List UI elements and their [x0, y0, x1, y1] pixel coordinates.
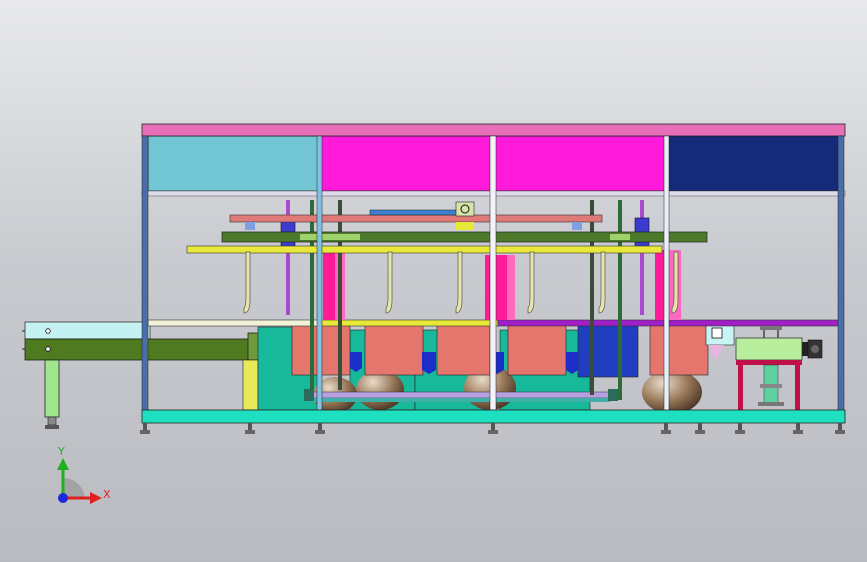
- leveling-foot-pad: [45, 425, 59, 429]
- coordinate-triad: Y X: [57, 445, 111, 504]
- blue-gripper: [422, 352, 436, 374]
- y-arrow-head-icon: [57, 458, 69, 470]
- hanger-bar: [186, 245, 663, 254]
- process-zone: [242, 324, 735, 414]
- salmon-block: [364, 324, 424, 376]
- motor-bracket: [456, 222, 474, 230]
- right-station: [735, 326, 823, 410]
- blue-block: [577, 324, 639, 378]
- shelf-beam-left: [147, 319, 319, 327]
- station-top-plate: [760, 326, 782, 330]
- lead-screw: [640, 200, 644, 315]
- conveyor-leg: [44, 359, 60, 418]
- olive-beam-highlight: [610, 234, 630, 240]
- salmon-block: [507, 324, 567, 376]
- stand-base-plate: [758, 402, 784, 406]
- leveling-foot: [245, 423, 255, 434]
- leveling-foot: [735, 423, 745, 434]
- machine-assembly-drawing: Y X: [22, 123, 846, 504]
- gripper-hook: [385, 251, 393, 314]
- top-rail: [229, 214, 603, 223]
- frame-post: [837, 135, 845, 414]
- leveling-foot: [47, 416, 57, 426]
- bronze-sphere: [642, 370, 702, 414]
- bolt-icon: [45, 346, 51, 352]
- leveling-foot: [835, 423, 845, 434]
- lower-guide-base: [310, 398, 610, 402]
- pink-cylinder: [507, 255, 515, 320]
- x-axis-label: X: [103, 488, 111, 501]
- lead-screw: [618, 200, 622, 400]
- salmon-block: [649, 324, 709, 376]
- rail-motor: [369, 209, 461, 216]
- blue-gripper: [566, 352, 578, 374]
- base-rail: [141, 409, 846, 424]
- gripper-hook: [243, 251, 251, 314]
- lead-screw: [590, 200, 594, 395]
- panel-navy: [664, 135, 841, 192]
- z-axis-dot-icon: [58, 493, 68, 503]
- gripper-hook: [527, 251, 535, 314]
- olive-beam-highlight: [300, 234, 360, 240]
- leveling-feet: [140, 423, 845, 434]
- frame-post: [489, 135, 497, 414]
- gripper-hook: [455, 251, 463, 314]
- sensor-window-icon: [711, 327, 723, 339]
- rail-slider: [245, 222, 255, 230]
- rod-clamp: [304, 389, 314, 401]
- x-arrow-head-icon: [90, 492, 102, 504]
- conveyor-belt: [24, 338, 281, 361]
- station-motor-icon: [811, 345, 819, 353]
- top-frame-beam: [141, 123, 846, 137]
- lower-guide-rod: [304, 391, 616, 399]
- frame-post: [141, 135, 149, 414]
- base: [140, 409, 846, 434]
- leveling-foot: [793, 423, 803, 434]
- shelf-beam-yellow: [317, 319, 499, 327]
- sensor-tip: [708, 345, 724, 360]
- motor-housing: [455, 201, 475, 217]
- leveling-foot: [140, 423, 150, 434]
- lead-screw: [338, 200, 342, 390]
- gripper-hook: [598, 251, 606, 314]
- frame-post: [663, 135, 670, 414]
- y-axis-label: Y: [57, 445, 65, 458]
- olive-beam: [221, 231, 708, 243]
- leveling-foot: [315, 423, 325, 434]
- station-box: [735, 337, 803, 361]
- leveling-foot: [695, 423, 705, 434]
- blue-gripper: [350, 352, 362, 372]
- rail-slider: [572, 222, 582, 230]
- frame-post: [316, 135, 323, 414]
- station-connector: [802, 342, 808, 356]
- leveling-foot: [661, 423, 671, 434]
- yellow-support: [242, 359, 259, 411]
- lead-screw: [310, 200, 314, 390]
- bolt-icon: [45, 328, 51, 334]
- salmon-block: [436, 324, 491, 376]
- conveyor-cover: [24, 321, 151, 340]
- stand-leg: [738, 365, 743, 410]
- bronze-sphere: [356, 370, 404, 410]
- pink-cylinder: [323, 250, 335, 320]
- panel-cyan: [147, 135, 319, 192]
- rod-clamp: [608, 389, 618, 401]
- stand-clamp: [760, 384, 782, 388]
- stand-leg: [795, 365, 800, 410]
- leveling-foot: [488, 423, 498, 434]
- stand-top: [736, 360, 802, 365]
